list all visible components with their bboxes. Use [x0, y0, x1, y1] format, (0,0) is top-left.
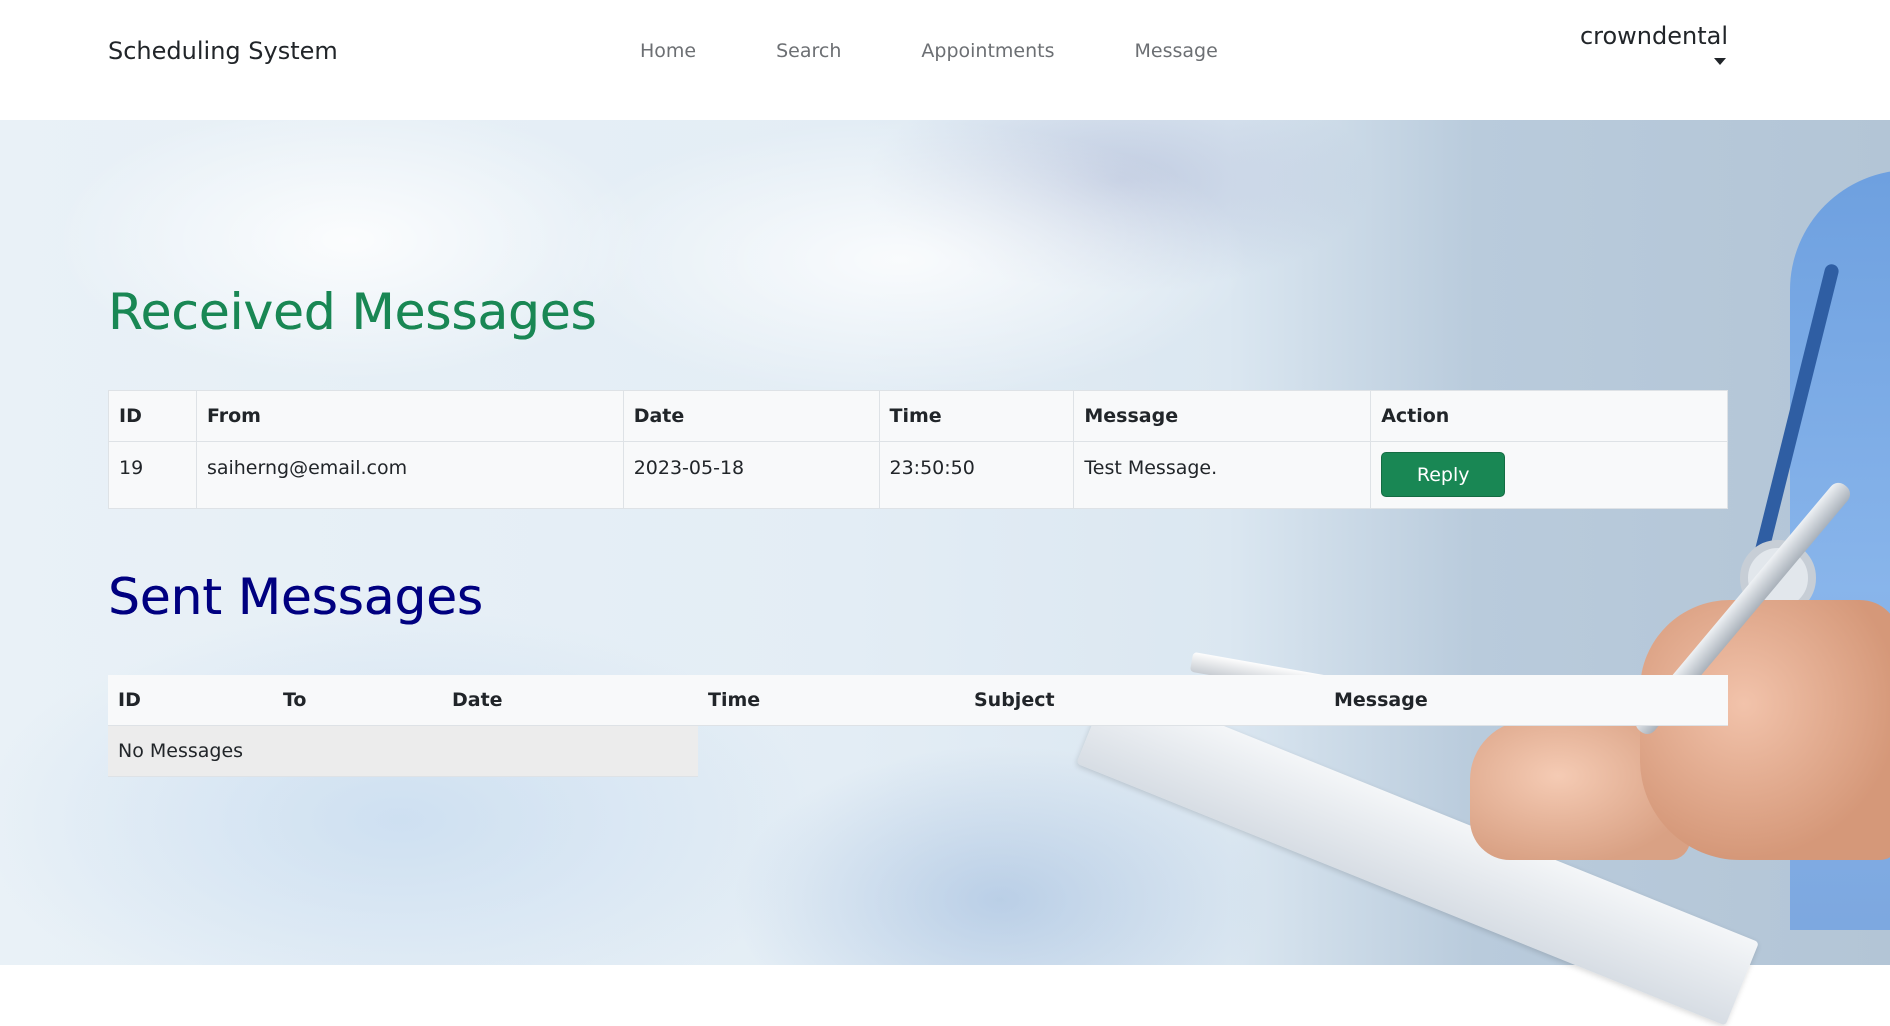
cell-action: Reply [1370, 441, 1728, 509]
column-header: Message [1324, 675, 1728, 726]
brand-link[interactable]: Scheduling System [108, 37, 338, 65]
user-name: crowndental [1579, 22, 1728, 50]
column-header: Time [698, 675, 964, 726]
column-header: ID [108, 675, 273, 726]
received-messages-table: ID From Date Time Message Action 19 saih… [108, 390, 1728, 509]
empty-message: No Messages [108, 725, 698, 777]
caret-down-icon [1714, 58, 1726, 65]
column-header: ID [108, 390, 197, 442]
column-header: Message [1073, 390, 1372, 442]
reply-button[interactable]: Reply [1381, 452, 1506, 497]
table-row: No Messages [108, 725, 1728, 777]
nav-home-link[interactable]: Home [600, 40, 736, 64]
column-header: Time [878, 390, 1075, 442]
cell-time: 23:50:50 [878, 441, 1075, 509]
column-header: Action [1370, 390, 1728, 442]
sent-messages-table: ID To Date Time Subject Message No Messa… [108, 675, 1728, 777]
received-messages-title: Received Messages [108, 283, 597, 341]
column-header: From [195, 390, 624, 442]
cell-date: 2023-05-18 [622, 441, 880, 509]
table-row: 19 saiherng@email.com 2023-05-18 23:50:5… [108, 441, 1728, 509]
empty-cell [698, 726, 1728, 777]
navbar: Scheduling System Home Search Appointmen… [0, 0, 1890, 120]
nav-search-link[interactable]: Search [736, 40, 881, 64]
column-header: Subject [964, 675, 1324, 726]
column-header: Date [622, 390, 880, 442]
user-dropdown[interactable]: crowndental [1580, 22, 1728, 69]
nav-appointments-link[interactable]: Appointments [881, 40, 1094, 64]
nav-message-link[interactable]: Message [1095, 40, 1258, 64]
column-header: To [273, 675, 442, 726]
sent-messages-title: Sent Messages [108, 568, 483, 626]
table-header-row: ID To Date Time Subject Message [108, 675, 1728, 726]
table-header-row: ID From Date Time Message Action [108, 390, 1728, 442]
nav-links: Home Search Appointments Message [600, 40, 1258, 64]
cell-message: Test Message. [1073, 441, 1372, 509]
cell-from: saiherng@email.com [195, 441, 624, 509]
column-header: Date [442, 675, 698, 726]
cell-id: 19 [108, 441, 197, 509]
